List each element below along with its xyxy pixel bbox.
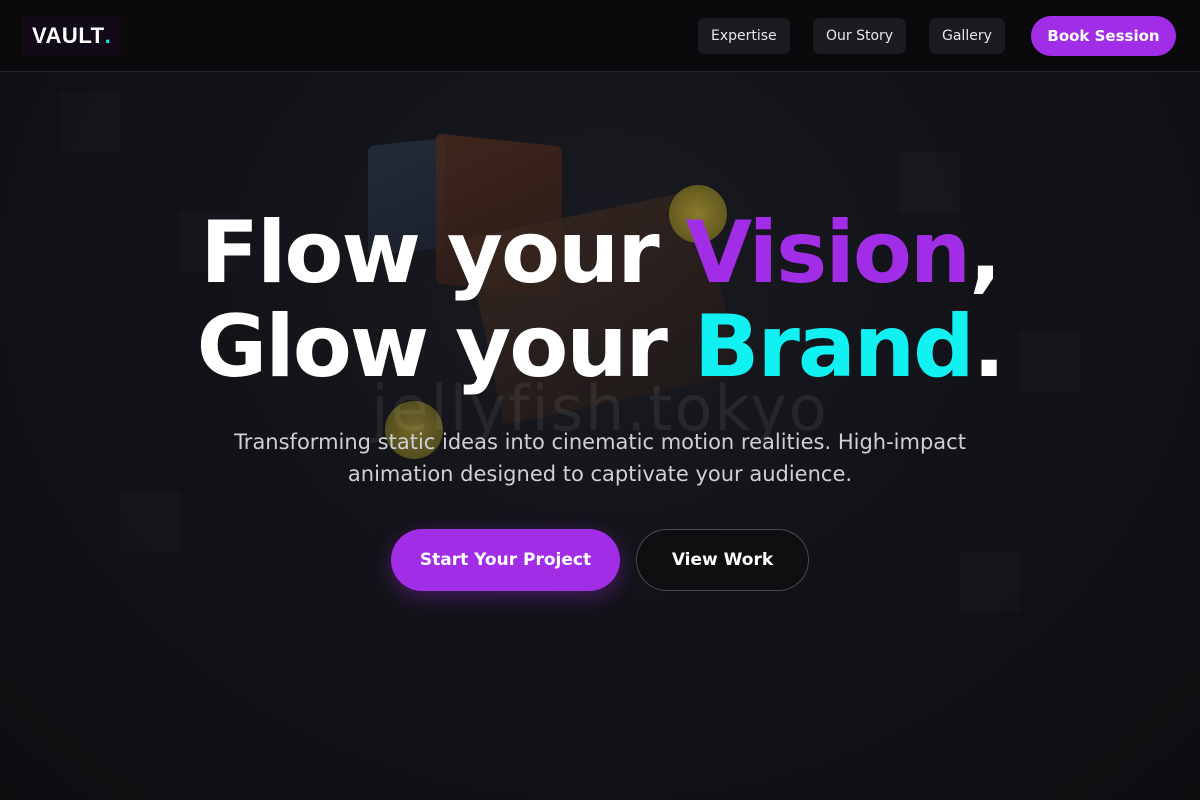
bg-tile [120,492,180,552]
hero-line2-suffix: . [972,297,1006,397]
hero-line2-prefix: Glow your [196,297,694,397]
book-session-button[interactable]: Book Session [1031,16,1176,56]
nav-link-gallery[interactable]: Gallery [929,18,1005,54]
logo[interactable]: VAULT. [22,17,122,55]
nav-link-our-story[interactable]: Our Story [813,18,907,54]
bg-tile [960,552,1020,612]
hero-subtitle: Transforming static ideas into cinematic… [234,430,966,486]
bg-tile [60,92,120,152]
hero-line1-suffix: , [969,203,1002,303]
logo-text: VAULT [32,23,105,48]
start-project-button[interactable]: Start Your Project [391,529,620,591]
hero-title-line-1: Flow your Vision, [0,206,1200,300]
hero-accent-vision: Vision [685,203,971,303]
hero-line1-prefix: Flow your [200,203,686,303]
top-nav: VAULT. Expertise Our Story Gallery Book … [0,0,1200,72]
logo-dot: . [104,23,112,48]
hero-accent-brand: Brand [693,297,975,397]
view-work-button[interactable]: View Work [636,529,809,591]
hero-title: Flow your Vision, Glow your Brand. [0,206,1200,394]
page: jellyfish.tokyo VAULT. Expertise Our Sto… [0,0,1200,800]
hero-title-line-2: Glow your Brand. [0,300,1200,394]
nav-link-expertise[interactable]: Expertise [698,18,790,54]
